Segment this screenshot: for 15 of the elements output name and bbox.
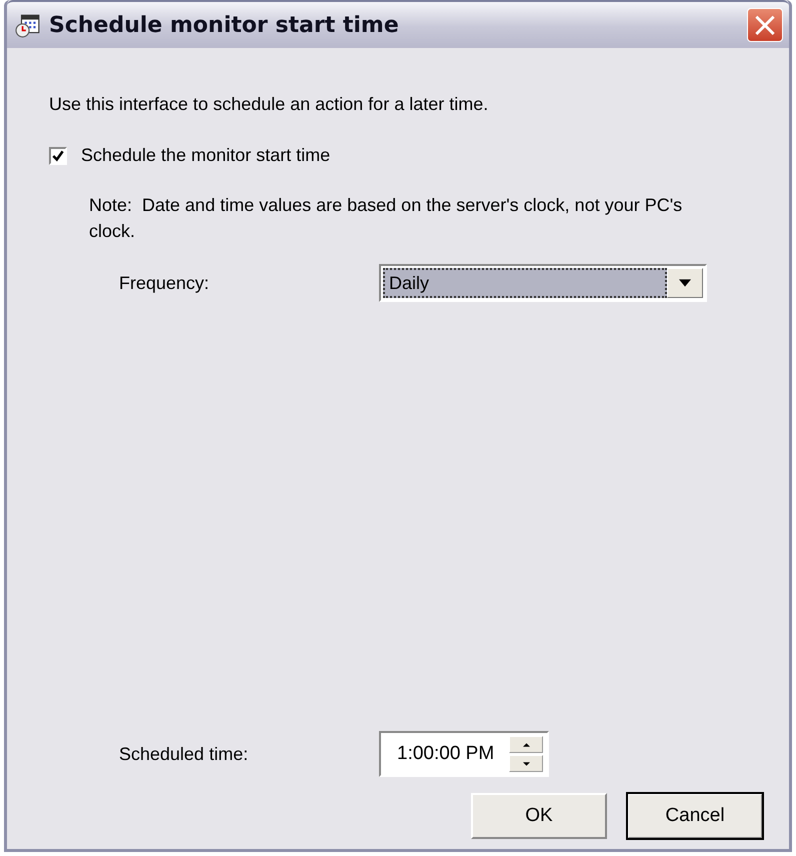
spin-up-icon[interactable] (509, 736, 543, 753)
dialog-button[interactable]: OK (471, 793, 607, 839)
calendar-clock-icon (15, 12, 41, 38)
scheduled-time-label: Scheduled time: (118, 744, 250, 764)
time-field[interactable]: 1:00:00 PM (379, 731, 549, 777)
close-button[interactable]: × (747, 8, 783, 42)
intro-text: Use this interface to schedule an action for a later time. (49, 94, 490, 115)
frequency-dropdown[interactable]: Daily (379, 264, 707, 302)
window-title: Schedule monitor start time (49, 12, 400, 38)
checkbox-label[interactable]: Schedule the monitor start time (81, 145, 330, 166)
spin-down-icon[interactable] (509, 755, 543, 772)
dialog-button[interactable]: Cancel (627, 793, 763, 839)
checkbox[interactable] (49, 146, 67, 164)
note-text: Note: Date and time values are based on the server's clock, not your PC's clock. (89, 194, 684, 243)
frequency-label: Frequency: (118, 272, 210, 294)
